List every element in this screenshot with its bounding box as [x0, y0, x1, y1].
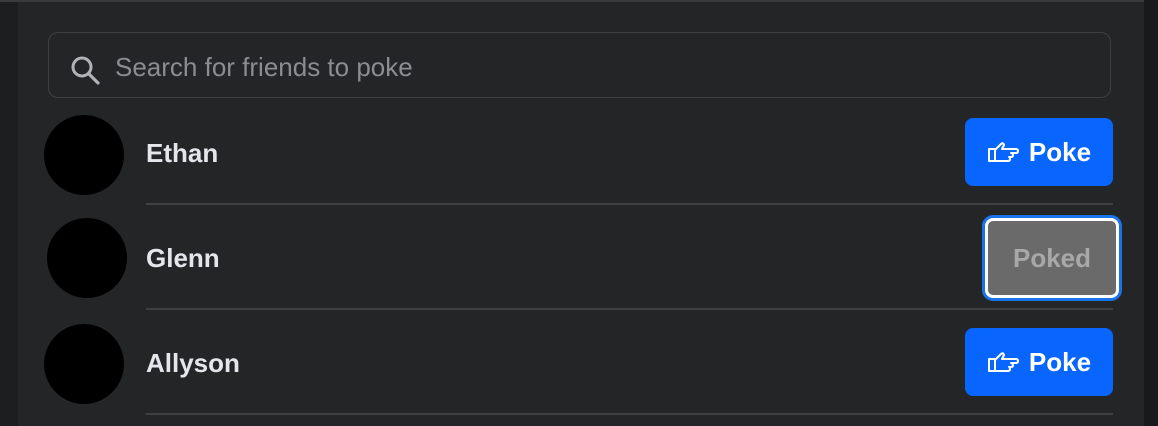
poke-button-label: Poke	[1028, 346, 1092, 377]
poke-button[interactable]: Poke	[965, 118, 1113, 186]
avatar[interactable]	[44, 324, 124, 404]
scrollbar-track[interactable]	[1144, 0, 1158, 426]
friend-name[interactable]: Allyson	[146, 348, 240, 378]
friend-row: Ethan Poke	[18, 100, 1144, 205]
poke-button[interactable]: Poke	[965, 328, 1113, 396]
hand-point-icon	[987, 352, 1019, 372]
poke-panel: Ethan Poke Glenn Poked Allyson	[18, 2, 1144, 426]
poked-button-label: Poked	[1012, 242, 1092, 273]
friend-row: Glenn Poked	[18, 205, 1144, 310]
poke-button-label: Poke	[1028, 136, 1092, 167]
search-input[interactable]	[113, 43, 1097, 91]
hand-point-icon	[987, 142, 1019, 162]
friend-name[interactable]: Glenn	[146, 243, 220, 273]
poked-button[interactable]: Poked	[985, 218, 1119, 298]
search-icon	[71, 56, 100, 85]
friend-name[interactable]: Ethan	[146, 138, 218, 168]
search-box[interactable]	[48, 32, 1111, 98]
app-frame: Ethan Poke Glenn Poked Allyson	[0, 0, 1158, 426]
row-divider	[146, 413, 1113, 415]
avatar[interactable]	[47, 218, 127, 298]
avatar[interactable]	[44, 115, 124, 195]
friend-row: Allyson Poke	[18, 310, 1144, 415]
